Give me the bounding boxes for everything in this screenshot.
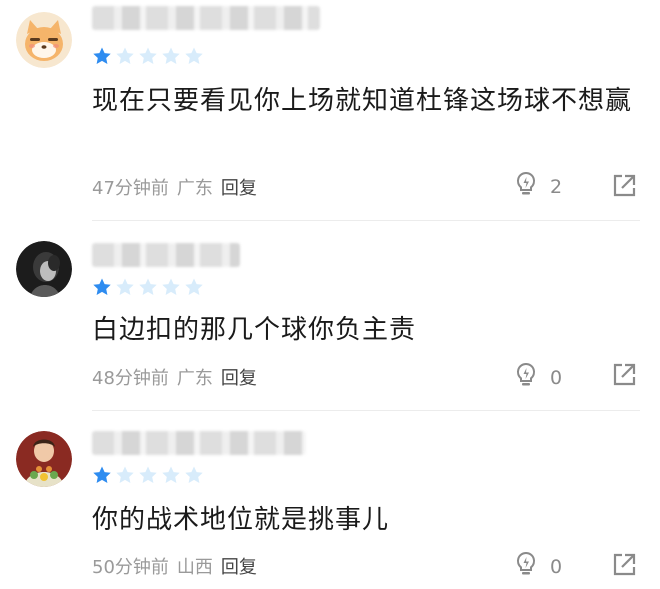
avatar[interactable] — [16, 12, 72, 68]
like-button[interactable]: 0 — [512, 550, 562, 583]
comment-meta: 50分钟前 山西 回复 — [92, 553, 257, 579]
lightbulb-like-icon — [512, 361, 540, 394]
like-button[interactable]: 0 — [512, 361, 562, 394]
star-empty-icon — [116, 47, 134, 64]
star-empty-icon — [162, 466, 180, 483]
star-empty-icon — [185, 47, 203, 64]
comment-text: 现在只要看见你上场就知道杜锋这场球不想赢 — [92, 86, 633, 116]
username-blurred[interactable] — [92, 431, 306, 455]
star-rating — [92, 46, 204, 66]
star-rating — [92, 277, 204, 297]
username-blurred[interactable] — [92, 243, 240, 267]
reply-button[interactable]: 回复 — [221, 364, 257, 390]
avatar[interactable] — [16, 241, 72, 297]
star-empty-icon — [116, 466, 134, 483]
comment-item: 你的战术地位就是挑事儿 50分钟前 山西 回复 0 — [0, 411, 660, 589]
star-empty-icon — [185, 466, 203, 483]
star-empty-icon — [116, 278, 134, 295]
like-count: 0 — [550, 366, 563, 389]
star-empty-icon — [162, 278, 180, 295]
reply-button[interactable]: 回复 — [221, 174, 257, 200]
like-count: 2 — [550, 175, 563, 198]
star-empty-icon — [162, 47, 180, 64]
star-empty-icon — [139, 278, 157, 295]
comment-location: 山西 — [176, 557, 213, 578]
lightbulb-like-icon — [512, 170, 540, 203]
comment-location: 广东 — [176, 178, 213, 199]
share-icon[interactable] — [610, 172, 638, 200]
reply-button[interactable]: 回复 — [221, 553, 257, 579]
username-blurred[interactable] — [92, 6, 320, 30]
star-empty-icon — [139, 466, 157, 483]
star-filled-icon — [93, 466, 111, 483]
comment-time: 47分钟前 — [92, 178, 169, 199]
like-button[interactable]: 2 — [512, 170, 562, 203]
share-icon[interactable] — [610, 551, 638, 579]
comment-item: 白边扣的那几个球你负主责 48分钟前 广东 回复 0 — [0, 221, 660, 410]
comment-location: 广东 — [176, 368, 213, 389]
comment-text: 白边扣的那几个球你负主责 — [92, 315, 417, 345]
comment-text: 你的战术地位就是挑事儿 — [92, 505, 390, 535]
comment-time: 48分钟前 — [92, 368, 169, 389]
star-empty-icon — [139, 47, 157, 64]
comment-time: 50分钟前 — [92, 557, 169, 578]
share-icon[interactable] — [610, 361, 638, 389]
lightbulb-like-icon — [512, 550, 540, 583]
avatar[interactable] — [16, 431, 72, 487]
star-filled-icon — [93, 278, 111, 295]
comment-meta: 47分钟前 广东 回复 — [92, 174, 257, 200]
star-filled-icon — [93, 47, 111, 64]
star-rating — [92, 465, 204, 485]
like-count: 0 — [550, 555, 563, 578]
comment-meta: 48分钟前 广东 回复 — [92, 364, 257, 390]
star-empty-icon — [185, 278, 203, 295]
comment-item: 现在只要看见你上场就知道杜锋这场球不想赢 47分钟前 广东 回复 2 — [0, 0, 660, 220]
